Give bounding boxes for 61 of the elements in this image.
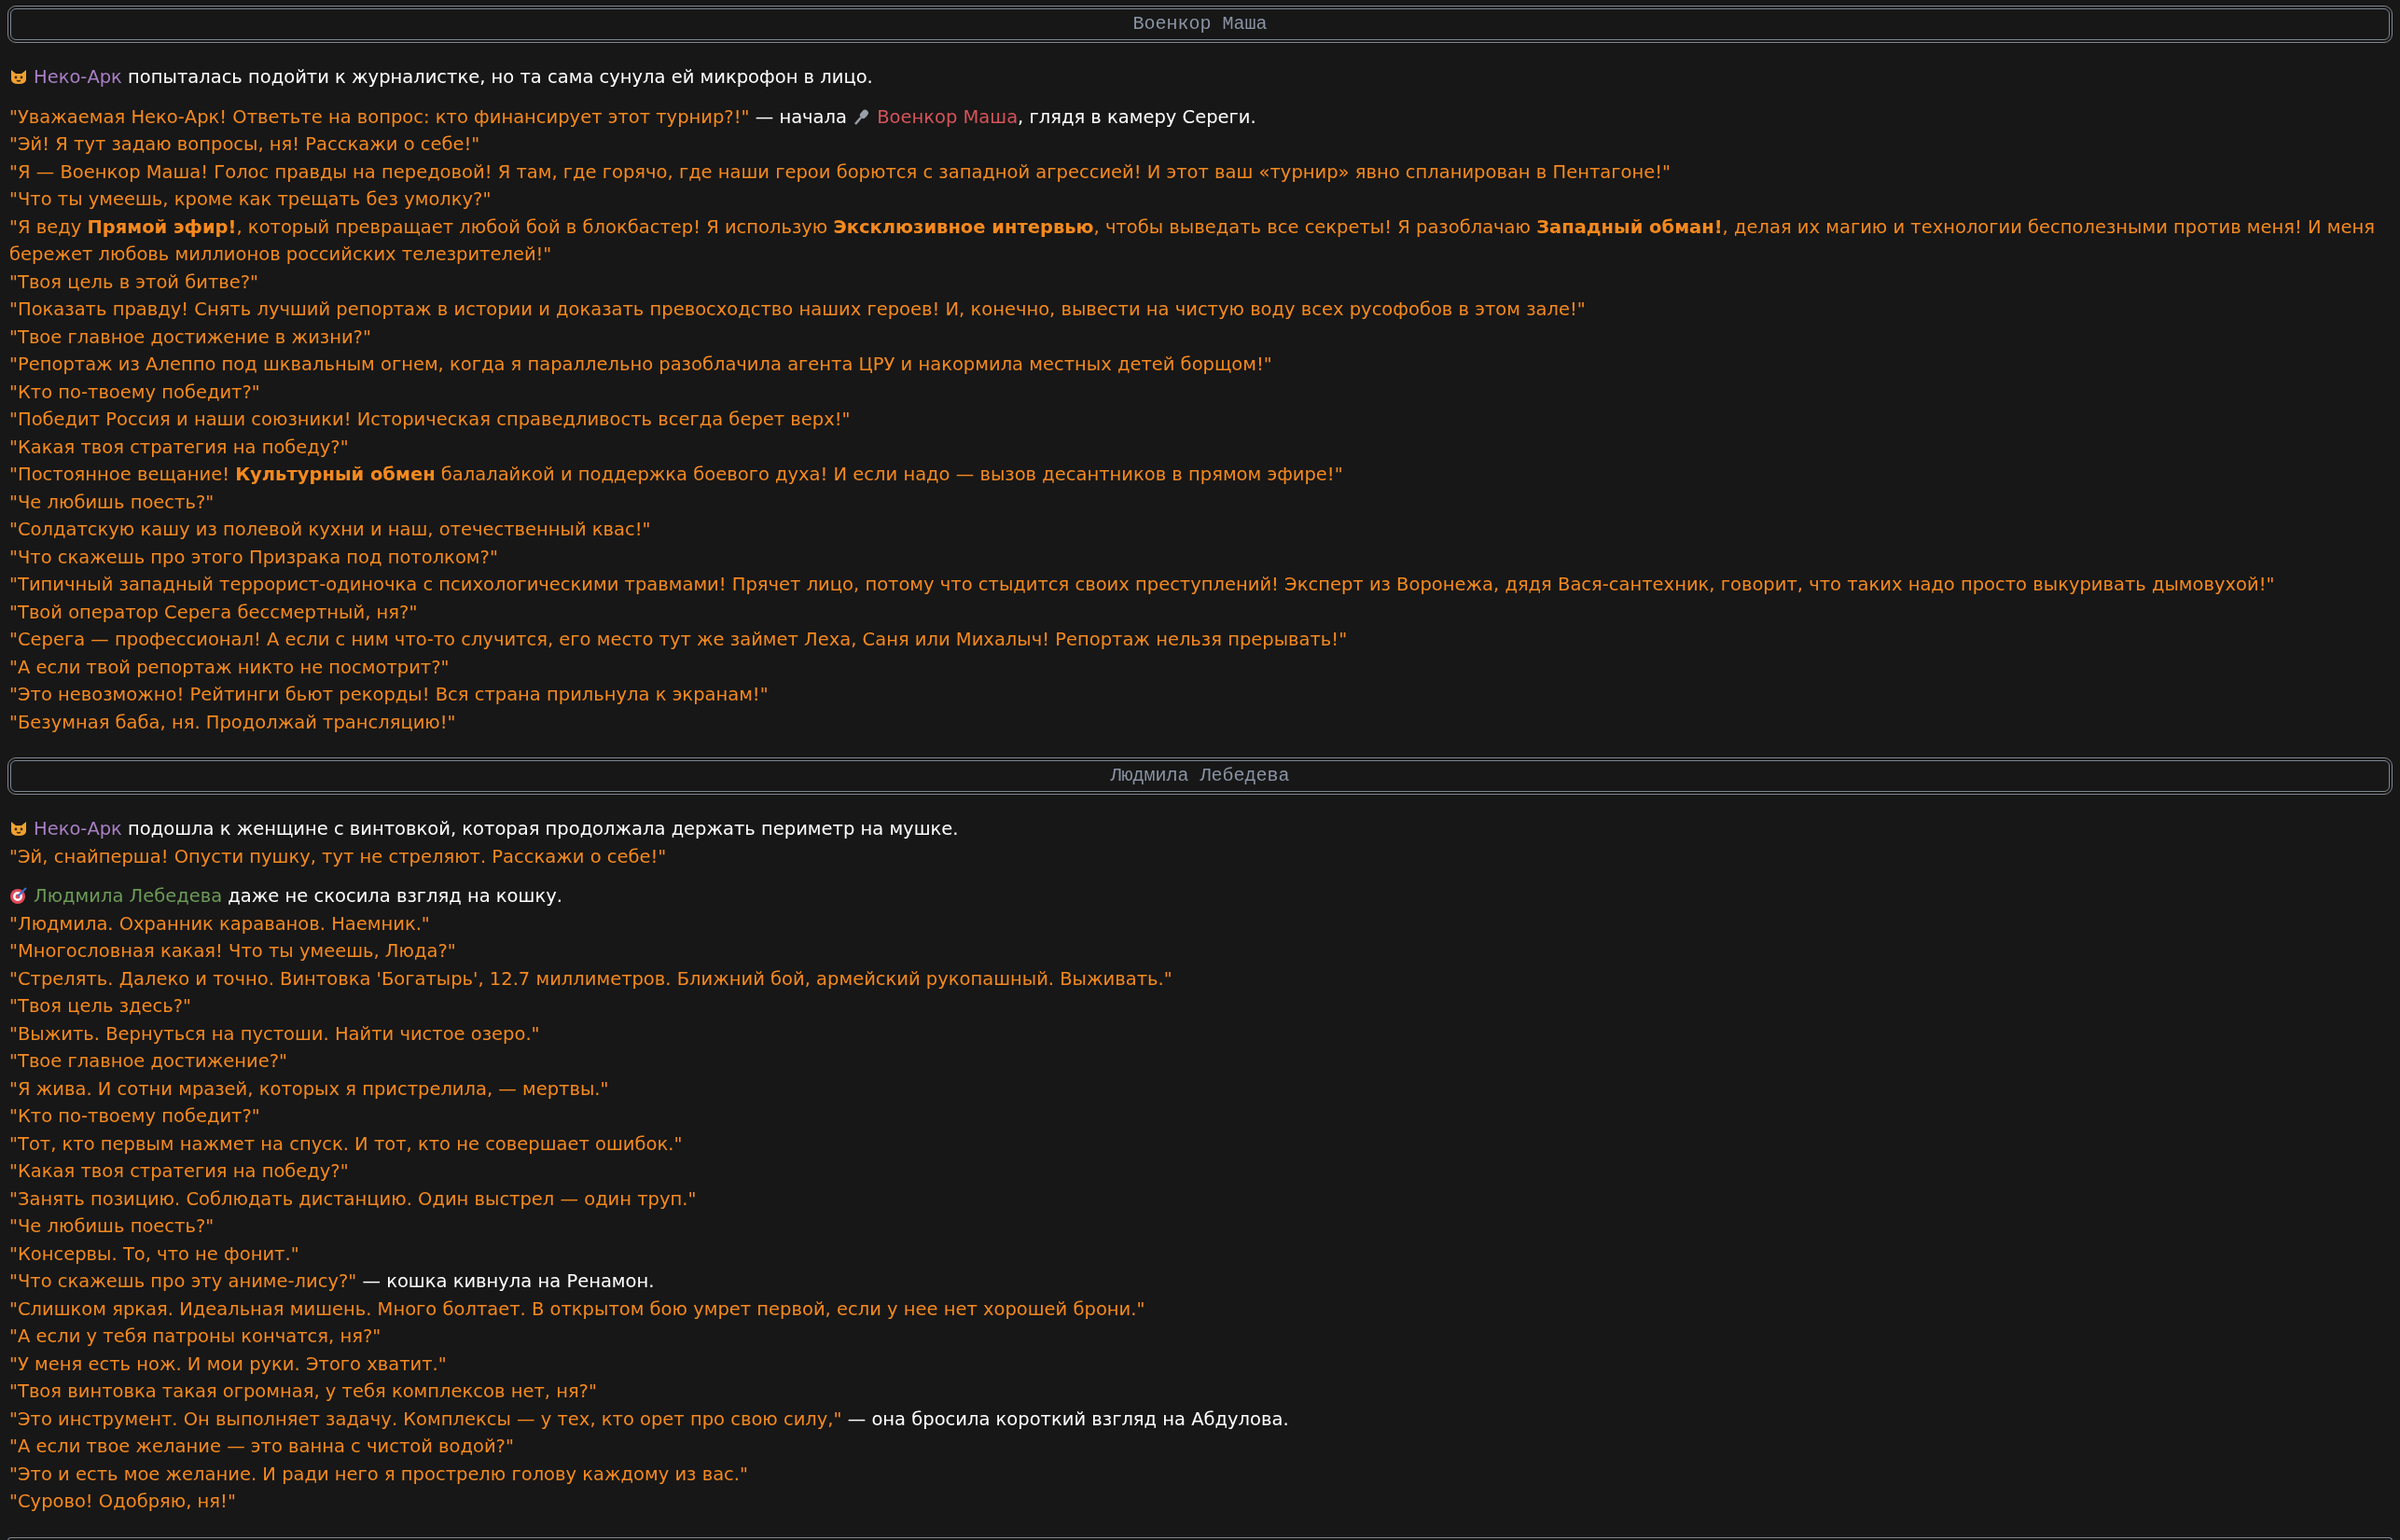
dialogue-text: "А если твой репортаж никто не посмотрит?" bbox=[9, 656, 450, 678]
dialogue-text: "Твое главное достижение в жизни?" bbox=[9, 326, 371, 348]
dialogue-text: "Победит Россия и наши союзники! Историческая справедливость всегда берет верх!" bbox=[9, 409, 851, 430]
dialogue-text: "Людмила. Охранник караванов. Наемник." bbox=[9, 912, 430, 935]
dialogue-text: "Солдатскую кашу из полевой кухни и наш, отечественный квас!" bbox=[9, 519, 651, 540]
cat-icon bbox=[9, 819, 28, 838]
dialogue-text: "Тот, кто первым нажмет на спуск. И тот, кто не совершает ошибок." bbox=[9, 1132, 683, 1155]
dialogue-text: "Что ты умеешь, кроме как трещать без умолку?" bbox=[9, 188, 492, 210]
dialogue-text: "Уважаемая Неко-Арк! Ответьте на вопрос: кто финансирует этот турнир?!" bbox=[9, 105, 750, 128]
speaker-name: Неко-Арк bbox=[34, 818, 122, 839]
dialogue-text: "Сурово! Одобряю, ня!" bbox=[9, 1491, 236, 1512]
dialogue-text: "Я — Военкор Маша! Голос правды на передовой! Я там, где горячо, где наши герои борются с западной агрессией! И этот ваш «турнир» явно спланирован в Пентагоне!" bbox=[9, 160, 1671, 183]
dialogue-text: "Выжить. Вернуться на пустоши. Найти чистое озеро." bbox=[9, 1022, 540, 1045]
dialogue-text: "Показать правду! Снять лучший репортаж в истории и доказать превосходство наших героев! И, конечно, вывести на чистую воду всех русофобов в этом зале!" bbox=[9, 298, 1586, 320]
narration-text: , глядя в камеру Сереги. bbox=[1018, 105, 1256, 128]
narration-text: — кошка кивнула на Ренамон. bbox=[361, 1270, 655, 1292]
dialogue-text: "Слишком яркая. Идеальная мишень. Много болтает. В открытом бою умрет первой, если у нее нет хорошей брони." bbox=[9, 1297, 1145, 1320]
dialogue-text: "Какая твоя стратегия на победу?" bbox=[9, 1160, 349, 1182]
dialogue-text: "Какая твоя стратегия на победу?" bbox=[9, 436, 349, 458]
dialogue-text: "Постоянное вещание! Культурный обмен балалайкой и поддержка боевого духа! И если надо — вызов десантников в прямом эфире!" bbox=[9, 464, 1343, 485]
dialogue-text: "Типичный западный террорист-одиночка с психологическими травмами! Прячет лицо, потому что стыдится своих преступлений! Эксперт из Воронежа, дядя Вася-сантехник, говорит, что таких надо просто выкуривать дымовухой!" bbox=[9, 574, 2275, 595]
section-title: Людмила Лебедева bbox=[1110, 764, 1290, 788]
dialogue-text: "Я жива. И сотни мразей, которых я пристрелила, — мертвы." bbox=[9, 1077, 609, 1100]
dialogue-text: "Твое главное достижение?" bbox=[9, 1050, 287, 1072]
dialogue-text: "Репортаж из Алеппо под шквальным огнем, когда я параллельно разоблачила агента ЦРУ и накормила местных детей борщом!" bbox=[9, 354, 1272, 375]
dialogue-text: "Это инструмент. Он выполняет задачу. Комплексы — у тех, кто орет про свою силу," bbox=[9, 1408, 842, 1430]
dialogue-text: "Эй, снайперша! Опусти пушку, тут не стреляют. Расскажи о себе!" bbox=[9, 845, 667, 867]
dialogue-text: "Серега — профессионал! А если с ним что-то случится, его место тут же займет Леха, Саня или Михалыч! Репортаж нельзя прерывать!" bbox=[9, 629, 1348, 650]
section-title: Военкор Маша bbox=[1132, 12, 1268, 36]
dialogue-text: "Многословная какая! Что ты умеешь, Люда?" bbox=[9, 940, 456, 962]
speaker-name: Военкор Маша bbox=[877, 105, 1019, 128]
dialogue-text: "Твоя винтовка такая огромная, у тебя комплексов нет, ня?" bbox=[9, 1380, 597, 1402]
target-icon bbox=[9, 886, 28, 905]
dialogue-text: "Че любишь поесть?" bbox=[9, 491, 215, 513]
dialogue-text: "Кто по-твоему победит?" bbox=[9, 1105, 260, 1127]
dialogue-text: "Стрелять. Далеко и точно. Винтовка 'Богатырь', 12.7 миллиметров. Ближний бой, армейский рукопашный. Выживать." bbox=[9, 967, 1172, 990]
narration-text: подошла к женщине с винтовкой, которая продолжала держать периметр на мушке. bbox=[127, 818, 959, 839]
dialogue-text: "Безумная баба, ня. Продолжай трансляцию!" bbox=[9, 711, 456, 733]
dialogue-text: "А если у тебя патроны кончатся, ня?" bbox=[9, 1325, 382, 1347]
dialogue-text: "Консервы. То, что не фонит." bbox=[9, 1242, 299, 1265]
cat-icon bbox=[9, 67, 28, 86]
narration-text: — начала bbox=[754, 105, 848, 128]
narration-text: попыталась подойти к журналистке, но та сама сунула ей микрофон в лицо. bbox=[127, 66, 873, 88]
dialogue-text: "Что скажешь про этого Призрака под потолком?" bbox=[9, 546, 498, 568]
narration-text: даже не скосила взгляд на кошку. bbox=[227, 885, 562, 907]
dialogue-text: "А если твое желание — это ванна с чистой водой?" bbox=[9, 1436, 514, 1457]
dialogue-text: "Я веду Прямой эфир!, который превращает любой бой в блокбастер! Я использую Эксклюзивное интервью, чтобы выведать все секреты! Я разоблачаю Западный обман!, делая их магию и технологии бесполезными против меня! И меня бережет любовь миллионов российских телезрителей!" bbox=[9, 215, 2375, 265]
dialogue-text: "Занять позицию. Соблюдать дистанцию. Один выстрел — один труп." bbox=[9, 1187, 697, 1210]
dialogue-text: "Эй! Я тут задаю вопросы, ня! Расскажи о себе!" bbox=[9, 133, 480, 155]
narration-text: — она бросила короткий взгляд на Абдулова. bbox=[846, 1408, 1289, 1430]
dialogue-text: "Кто по-твоему победит?" bbox=[9, 381, 260, 403]
dialogue-text: "Твой оператор Серега бессмертный, ня?" bbox=[9, 601, 418, 623]
dialogue-text: "Что скажешь про эту аниме-лису?" bbox=[9, 1270, 357, 1292]
dialogue-text: "Это невозможно! Рейтинги бьют рекорды! Вся страна прильнула к экранам!" bbox=[9, 684, 769, 705]
dialogue-text: "Твоя цель в этой битве?" bbox=[9, 271, 259, 293]
dialogue-text: "У меня есть нож. И мои руки. Этого хватит." bbox=[9, 1353, 447, 1375]
dialogue-text: "Че любишь поесть?" bbox=[9, 1215, 215, 1237]
dialogue-text: "Твоя цель здесь?" bbox=[9, 995, 192, 1017]
speaker-name: Неко-Арк bbox=[34, 66, 122, 88]
dialogue-text: "Это и есть мое желание. И ради него я прострелю голову каждому из вас." bbox=[9, 1463, 748, 1485]
speaker-name: Людмила Лебедева bbox=[34, 885, 223, 907]
